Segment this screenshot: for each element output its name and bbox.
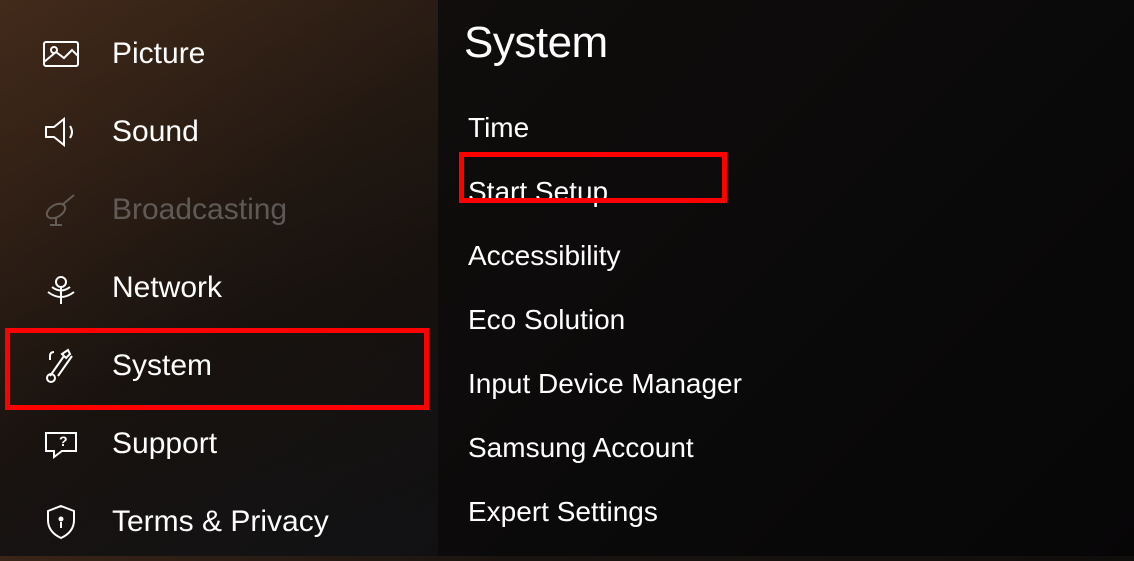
settings-container: Picture Sound Broadcasting Network Syste <box>0 0 1134 556</box>
content-item-time[interactable]: Time <box>464 96 1134 160</box>
sidebar-menu: Picture Sound Broadcasting Network Syste <box>0 0 438 556</box>
network-icon <box>40 272 82 304</box>
picture-icon <box>40 38 82 70</box>
sidebar-item-label: System <box>112 349 212 383</box>
content-item-start-setup[interactable]: Start Setup <box>464 160 1134 224</box>
broadcasting-icon <box>40 194 82 226</box>
svg-text:?: ? <box>59 433 68 449</box>
content-panel: System Time Start Setup Accessibility Ec… <box>438 0 1134 556</box>
sidebar-item-label: Broadcasting <box>112 193 287 227</box>
sound-icon <box>40 116 82 148</box>
content-item-input-device-manager[interactable]: Input Device Manager <box>464 352 1134 416</box>
support-icon: ? <box>40 428 82 460</box>
sidebar-item-system[interactable]: System <box>0 327 438 405</box>
sidebar-item-label: Network <box>112 271 222 305</box>
sidebar-item-picture[interactable]: Picture <box>0 15 438 93</box>
system-icon <box>40 350 82 382</box>
content-item-accessibility[interactable]: Accessibility <box>464 224 1134 288</box>
sidebar-item-broadcasting: Broadcasting <box>0 171 438 249</box>
content-item-eco-solution[interactable]: Eco Solution <box>464 288 1134 352</box>
sidebar-item-label: Picture <box>112 37 205 71</box>
content-title: System <box>464 18 1134 68</box>
content-item-expert-settings[interactable]: Expert Settings <box>464 480 1134 544</box>
sidebar-item-sound[interactable]: Sound <box>0 93 438 171</box>
sidebar-item-network[interactable]: Network <box>0 249 438 327</box>
sidebar-item-label: Terms & Privacy <box>112 505 329 539</box>
sidebar-item-label: Support <box>112 427 217 461</box>
sidebar-item-label: Sound <box>112 115 199 149</box>
sidebar-item-terms-privacy[interactable]: Terms & Privacy <box>0 483 438 561</box>
sidebar-item-support[interactable]: ? Support <box>0 405 438 483</box>
privacy-icon <box>40 506 82 538</box>
content-item-samsung-account[interactable]: Samsung Account <box>464 416 1134 480</box>
